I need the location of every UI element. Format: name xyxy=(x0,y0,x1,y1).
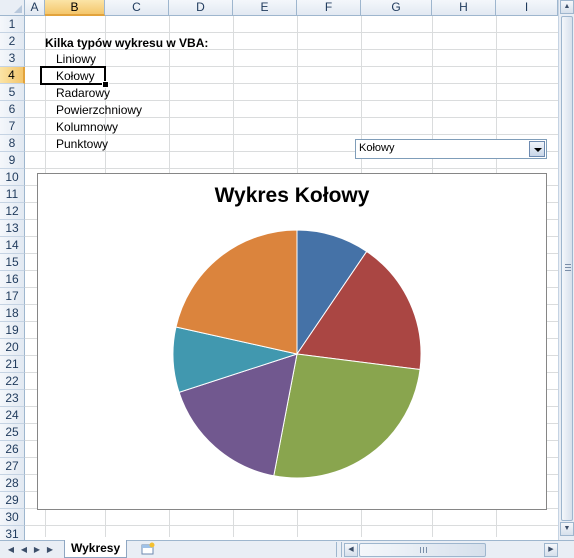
row-header-18[interactable]: 18 xyxy=(0,305,25,322)
row-header-8[interactable]: 8 xyxy=(0,135,25,152)
new-sheet-icon[interactable] xyxy=(140,542,156,556)
row-header-6[interactable]: 6 xyxy=(0,101,25,118)
last-sheet-icon[interactable]: ▶ xyxy=(45,544,55,555)
dropdown-value: Kołowy xyxy=(359,142,395,154)
list-item-selected[interactable]: Kołowy xyxy=(56,69,95,83)
column-header-a[interactable]: A xyxy=(25,0,45,16)
list-item[interactable]: Kolumnowy xyxy=(56,120,118,134)
row-header-14[interactable]: 14 xyxy=(0,237,25,254)
list-item[interactable]: Radarowy xyxy=(56,86,110,100)
row-header-22[interactable]: 22 xyxy=(0,373,25,390)
vertical-scroll-thumb[interactable] xyxy=(561,16,573,521)
row-header-4[interactable]: 4 xyxy=(0,67,25,84)
scroll-right-icon[interactable]: ▶ xyxy=(544,543,558,557)
row-header-2[interactable]: 2 xyxy=(0,33,25,50)
tab-split-handle[interactable] xyxy=(336,542,342,557)
row-header-27[interactable]: 27 xyxy=(0,458,25,475)
row-header-23[interactable]: 23 xyxy=(0,390,25,407)
pie-chart xyxy=(172,229,422,479)
row-header-9[interactable]: 9 xyxy=(0,152,25,169)
row-header-10[interactable]: 10 xyxy=(0,169,25,186)
row-header-29[interactable]: 29 xyxy=(0,492,25,509)
row-header-16[interactable]: 16 xyxy=(0,271,25,288)
row-header-28[interactable]: 28 xyxy=(0,475,25,492)
column-header-g[interactable]: G xyxy=(361,0,432,16)
column-header-d[interactable]: D xyxy=(169,0,233,16)
sheet-tab-wykresy[interactable]: Wykresy xyxy=(64,540,128,558)
vertical-scrollbar[interactable]: ▲ ▼ xyxy=(558,0,574,540)
row-header-24[interactable]: 24 xyxy=(0,407,25,424)
row-header-1[interactable]: 1 xyxy=(0,16,25,33)
horizontal-scroll-thumb[interactable] xyxy=(359,543,486,557)
chart-area[interactable]: Wykres Kołowy xyxy=(37,173,547,510)
list-item[interactable]: Powierzchniowy xyxy=(56,103,142,117)
next-sheet-icon[interactable]: ▶ xyxy=(32,544,42,555)
column-header-h[interactable]: H xyxy=(432,0,496,16)
row-header-13[interactable]: 13 xyxy=(0,220,25,237)
pie-slice-3[interactable] xyxy=(273,353,421,479)
column-header-e[interactable]: E xyxy=(233,0,297,16)
row-header-25[interactable]: 25 xyxy=(0,424,25,441)
bottom-bar: ◀ ◀ ▶ ▶ Wykresy ◀ ▶ xyxy=(0,540,574,558)
dropdown-button[interactable] xyxy=(529,141,545,157)
row-header-30[interactable]: 30 xyxy=(0,509,25,526)
row-header-12[interactable]: 12 xyxy=(0,203,25,220)
scroll-up-icon[interactable]: ▲ xyxy=(560,0,574,14)
row-header-20[interactable]: 20 xyxy=(0,339,25,356)
row-header-5[interactable]: 5 xyxy=(0,84,25,101)
scroll-left-icon[interactable]: ◀ xyxy=(344,543,358,557)
column-header-i[interactable]: I xyxy=(496,0,558,16)
row-header-17[interactable]: 17 xyxy=(0,288,25,305)
prev-sheet-icon[interactable]: ◀ xyxy=(19,544,29,555)
sheet-title: Kilka typów wykresu w VBA: xyxy=(45,36,209,50)
row-header-3[interactable]: 3 xyxy=(0,50,25,67)
row-header-19[interactable]: 19 xyxy=(0,322,25,339)
row-header-15[interactable]: 15 xyxy=(0,254,25,271)
row-header-11[interactable]: 11 xyxy=(0,186,25,203)
scroll-down-icon[interactable]: ▼ xyxy=(560,522,574,536)
column-header-f[interactable]: F xyxy=(297,0,361,16)
column-header-c[interactable]: C xyxy=(105,0,169,16)
chart-type-dropdown[interactable]: Kołowy xyxy=(355,139,547,159)
list-item[interactable]: Liniowy xyxy=(56,52,96,66)
select-all-corner[interactable] xyxy=(0,0,25,16)
chevron-down-icon xyxy=(534,148,542,152)
row-header-21[interactable]: 21 xyxy=(0,356,25,373)
list-item[interactable]: Punktowy xyxy=(56,137,108,151)
row-header-7[interactable]: 7 xyxy=(0,118,25,135)
first-sheet-icon[interactable]: ◀ xyxy=(6,544,16,555)
row-header-26[interactable]: 26 xyxy=(0,441,25,458)
column-header-b[interactable]: B xyxy=(45,0,105,16)
